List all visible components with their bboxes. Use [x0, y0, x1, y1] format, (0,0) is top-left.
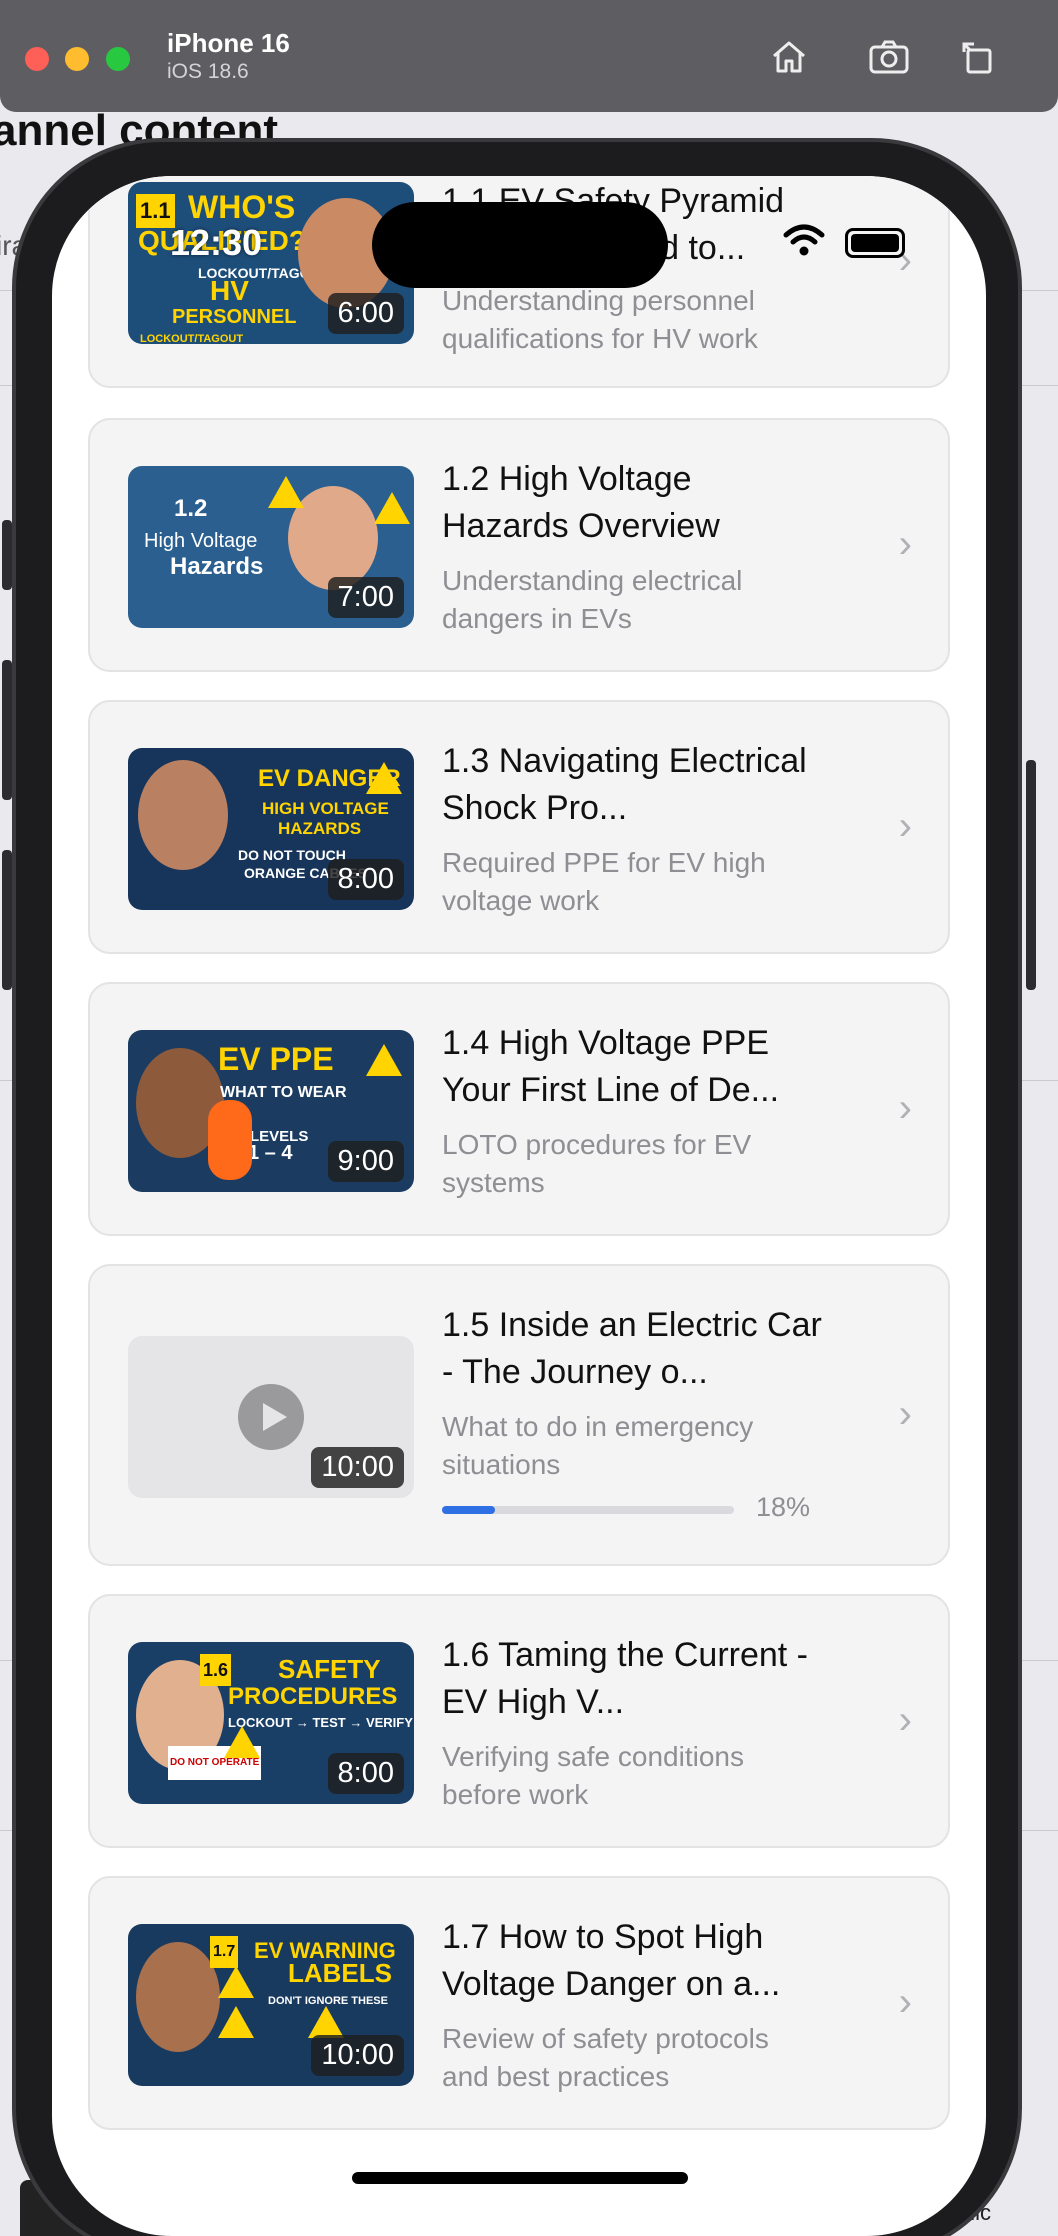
wifi-icon: [783, 224, 825, 256]
duration-badge: 10:00: [311, 2035, 404, 2076]
lesson-title: 1.2 High Voltage Hazards Overview: [442, 460, 720, 545]
lesson-card[interactable]: 1.7 EV WARNING LABELS DON'T IGNORE THESE…: [88, 1876, 950, 2130]
duration-badge: 8:00: [327, 859, 404, 900]
device-name: iPhone 16: [167, 28, 290, 58]
glove-image: [208, 1100, 252, 1180]
warning-icon: [366, 1044, 402, 1076]
lesson-card[interactable]: 1.6 SAFETY PROCEDURES LOCKOUT → TEST → V…: [88, 1594, 950, 1848]
duration-badge: 9:00: [327, 1141, 404, 1182]
lesson-title: 1.5 Inside an Electric Car - The Journey…: [442, 1306, 822, 1391]
lesson-thumbnail-placeholder: 10:00: [128, 1336, 414, 1498]
lesson-title: 1.6 Taming the Current - EV High V...: [442, 1636, 808, 1721]
lesson-title: 1.3 Navigating Electrical Shock Pro...: [442, 742, 807, 827]
presenter-face: [136, 1942, 220, 2052]
status-time: 12:30: [170, 222, 263, 263]
lesson-description: What to do in emergency situations: [442, 1411, 754, 1480]
progress-bar: [442, 1506, 734, 1514]
lesson-thumbnail: 1.7 EV WARNING LABELS DON'T IGNORE THESE…: [128, 1924, 414, 2086]
lesson-description: Required PPE for EV high voltage work: [442, 847, 766, 916]
lesson-description: LOTO procedures for EV systems: [442, 1129, 752, 1198]
lesson-thumbnail: 1.2 High Voltage Hazards 7:00: [128, 466, 414, 628]
dynamic-island: [372, 202, 668, 288]
simulator-toolbar: iPhone 16 iOS 18.6: [0, 0, 1058, 112]
warning-icon: [374, 492, 410, 524]
chevron-right-icon: ›: [898, 522, 912, 566]
lesson-description: Review of safety protocols and best prac…: [442, 2023, 769, 2092]
progress-fill: [442, 1506, 495, 1514]
lesson-thumbnail: EV PPE WHAT TO WEAR LEVELS 1 – 4 9:00: [128, 1030, 414, 1192]
lesson-description: Verifying safe conditions before work: [442, 1741, 744, 1810]
chevron-right-icon: ›: [898, 1698, 912, 1742]
chevron-right-icon: ›: [898, 1980, 912, 2024]
power-button: [1026, 760, 1036, 990]
side-button: [2, 520, 12, 590]
warning-icon: [218, 2006, 254, 2038]
lesson-description: Understanding electrical dangers in EVs: [442, 565, 743, 634]
app-screen: 1.1 WHO'S QUALIFIED? LOCKOUT/TAGOUT HV P…: [52, 176, 986, 2236]
home-indicator[interactable]: [352, 2172, 688, 2184]
home-icon[interactable]: [764, 32, 814, 82]
duration-badge: 10:00: [311, 1447, 404, 1488]
chevron-right-icon: ›: [898, 1086, 912, 1130]
zoom-window-button[interactable]: [106, 47, 130, 71]
warning-icon: [366, 762, 402, 794]
chevron-right-icon: ›: [898, 1392, 912, 1436]
lesson-card[interactable]: 1.2 High Voltage Hazards 7:00 1.2 High V…: [88, 418, 950, 672]
minimize-window-button[interactable]: [65, 47, 89, 71]
play-icon: [238, 1384, 304, 1450]
os-version: iOS 18.6: [167, 60, 249, 83]
warning-icon: [268, 476, 304, 508]
duration-badge: 8:00: [327, 1753, 404, 1794]
lesson-thumbnail: 1.6 SAFETY PROCEDURES LOCKOUT → TEST → V…: [128, 1642, 414, 1804]
screenshot-icon[interactable]: [864, 32, 914, 82]
duration-badge: 7:00: [327, 577, 404, 618]
volume-up-button: [2, 660, 12, 800]
progress-percent: 18%: [756, 1492, 811, 1522]
lesson-title: 1.7 How to Spot High Voltage Danger on a…: [442, 1918, 781, 2003]
warning-icon: [218, 1966, 254, 1998]
warning-icon: [224, 1726, 260, 1758]
battery-icon: [845, 228, 905, 258]
lesson-thumbnail: EV DANGER HIGH VOLTAGE HAZARDS DO NOT TO…: [128, 748, 414, 910]
presenter-face: [138, 760, 228, 870]
chevron-right-icon: ›: [898, 804, 912, 848]
close-window-button[interactable]: [25, 47, 49, 71]
lesson-card[interactable]: EV PPE WHAT TO WEAR LEVELS 1 – 4 9:00 1.…: [88, 982, 950, 1236]
rotate-icon[interactable]: [954, 32, 1004, 82]
warning-icon: [308, 2006, 344, 2038]
lesson-title: 1.4 High Voltage PPE Your First Line of …: [442, 1024, 780, 1109]
volume-down-button: [2, 850, 12, 990]
duration-badge: 6:00: [327, 293, 404, 334]
lesson-description: Understanding personnel qualifications f…: [442, 285, 758, 354]
lesson-card[interactable]: EV DANGER HIGH VOLTAGE HAZARDS DO NOT TO…: [88, 700, 950, 954]
lesson-card[interactable]: 10:00 1.5 Inside an Electric Car - The J…: [88, 1264, 950, 1566]
